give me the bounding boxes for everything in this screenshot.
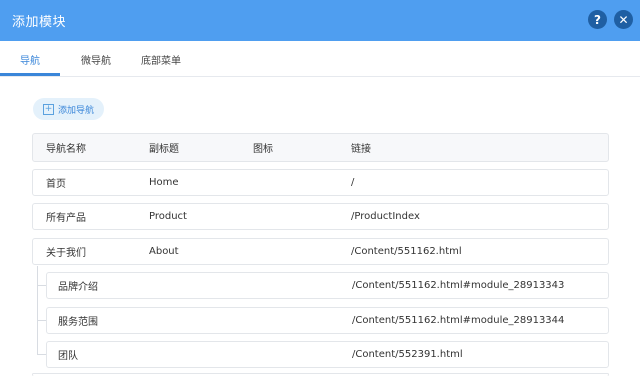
table-row-child[interactable]: 团队 /Content/552391.html	[46, 341, 609, 368]
tree-connector	[37, 354, 46, 355]
row-subtitle: Home	[149, 177, 179, 188]
row-name: 品牌介绍	[58, 282, 98, 293]
tab-bottom-menu[interactable]: 底部菜单	[141, 52, 181, 67]
row-name: 服务范围	[58, 317, 98, 328]
plus-square-icon: +	[43, 103, 54, 115]
row-name: 团队	[58, 351, 78, 362]
row-subtitle: About	[149, 246, 179, 257]
row-subtitle: Product	[149, 211, 187, 222]
column-header-link: 链接	[351, 144, 371, 155]
add-navigation-label: 添加导航	[58, 105, 95, 116]
row-link: /	[351, 177, 355, 188]
row-link: /ProductIndex	[351, 211, 420, 222]
row-name: 所有产品	[46, 213, 86, 224]
row-name: 首页	[46, 179, 66, 190]
tree-connector	[37, 320, 46, 321]
tab-bar: 导航 微导航 底部菜单	[0, 41, 640, 77]
tab-navigation[interactable]: 导航	[20, 52, 40, 67]
tree-connector	[37, 285, 46, 286]
table-row-child[interactable]: 品牌介绍 /Content/551162.html#module_2891334…	[46, 272, 609, 299]
table-row[interactable]: 首页 Home /	[32, 169, 609, 196]
close-icon[interactable]: ✕	[614, 10, 633, 29]
column-header-icon: 图标	[253, 144, 273, 155]
tab-micro-navigation[interactable]: 微导航	[81, 52, 111, 67]
row-link: /Content/551162.html#module_28913343	[352, 280, 565, 291]
table-header: 导航名称 副标题 图标 链接	[32, 133, 609, 162]
add-navigation-button[interactable]: + 添加导航	[33, 98, 104, 120]
table-row[interactable]: 关于我们 About /Content/551162.html	[32, 238, 609, 265]
help-icon[interactable]: ?	[588, 10, 607, 29]
row-link: /Content/551162.html	[351, 246, 462, 257]
row-link: /Content/551162.html#module_28913344	[352, 315, 565, 326]
column-header-subtitle: 副标题	[149, 144, 179, 155]
dialog-title: 添加模块	[12, 15, 67, 30]
table-row-child[interactable]: 服务范围 /Content/551162.html#module_2891334…	[46, 307, 609, 334]
column-header-name: 导航名称	[46, 144, 86, 155]
active-tab-indicator	[0, 73, 60, 76]
table-row[interactable]: 所有产品 Product /ProductIndex	[32, 203, 609, 230]
row-link: /Content/552391.html	[352, 349, 463, 360]
dialog-titlebar: 添加模块 ? ✕	[0, 0, 640, 41]
tree-connector	[37, 266, 38, 354]
row-name: 关于我们	[46, 248, 86, 259]
